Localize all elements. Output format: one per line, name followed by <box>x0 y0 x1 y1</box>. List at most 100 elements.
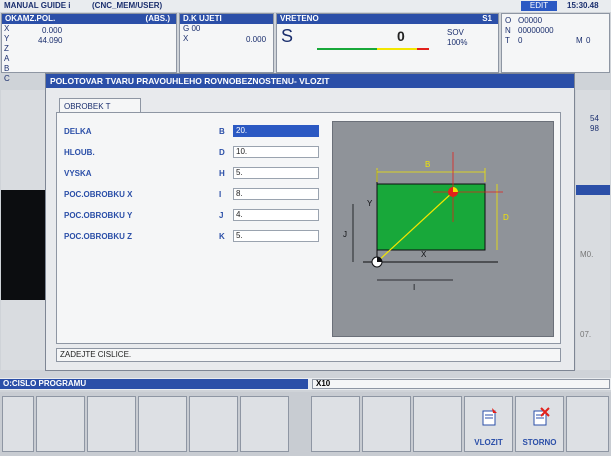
n-value: 00000000 <box>518 26 554 35</box>
start-y-input[interactable]: 4. <box>233 209 319 221</box>
bottom-status-bar: O:CISLO PROGRAMU X10 <box>0 378 611 390</box>
spindle-header: VRETENO S1 <box>277 14 498 24</box>
m-label: M <box>576 36 583 45</box>
length-input[interactable]: 20. <box>233 125 319 137</box>
diagram-label-b: B <box>425 160 430 169</box>
o-label: O <box>505 16 512 25</box>
o-value: O0000 <box>518 16 543 25</box>
t-value: 0 <box>518 36 523 45</box>
right-value-2: 98 <box>590 124 599 133</box>
softkey-8[interactable] <box>413 396 462 452</box>
gcode-value: G 00 <box>183 24 201 33</box>
blank-shape-dialog: POLOTOVAR TVARU PRAVOUHLEHO ROVNOBEZNOST… <box>45 73 575 371</box>
axis-y: Y <box>4 34 10 43</box>
insert-document-icon <box>482 408 497 426</box>
distance-header: D.K UJETI <box>180 14 273 24</box>
depth-input[interactable]: 10. <box>233 146 319 158</box>
axis-x: X <box>4 24 10 33</box>
top-status-bar: MANUAL GUIDE i (CNC_MEM/USER) EDIT 15:30… <box>0 0 611 12</box>
cancel-label: STORNO <box>522 438 557 447</box>
field-label-start-x: POC.OBROBKU X <box>64 190 133 199</box>
start-x-input[interactable]: 8. <box>233 188 319 200</box>
program-info-panel: O O0000 N 00000000 T 0 M 0 <box>501 13 610 73</box>
softkey-3[interactable] <box>138 396 187 452</box>
height-input[interactable]: 5. <box>233 167 319 179</box>
right-o7: 07. <box>580 330 592 339</box>
spindle-s-label: S <box>281 26 294 46</box>
position-panel: OKAMZ.POL. (ABS.) 0.000 44.090 <box>1 13 177 73</box>
spindle-id: S1 <box>482 14 492 23</box>
t-label: T <box>505 36 510 45</box>
softkey-back[interactable] <box>2 396 34 452</box>
right-value-1: 54 <box>590 114 599 123</box>
field-code-b: B <box>219 127 225 136</box>
distance-value: 0.000 <box>246 35 267 44</box>
field-label-depth: HLOUB. <box>64 148 95 157</box>
axis-c: C <box>4 74 10 83</box>
spindle-panel: VRETENO S1 S 0 SOV 100% <box>276 13 499 73</box>
n-label: N <box>505 26 511 35</box>
diagram-label-y: Y <box>367 199 373 208</box>
position-mode: (ABS.) <box>145 14 170 23</box>
diagram-label-j: J <box>343 230 347 239</box>
position-header: OKAMZ.POL. (ABS.) <box>2 14 176 24</box>
left-black-area <box>1 190 45 300</box>
axis-a: A <box>4 54 10 63</box>
field-label-length: DELKA <box>64 127 92 136</box>
insert-softkey[interactable]: VLOZIT <box>464 396 513 452</box>
blank-shape-diagram: B D J I X Y <box>332 121 554 337</box>
axis-b: B <box>4 64 10 73</box>
right-blue-strip <box>576 185 610 195</box>
axis-z: Z <box>4 44 9 53</box>
softkey-2[interactable] <box>87 396 136 452</box>
program-number-prompt: O:CISLO PROGRAMU <box>0 379 308 389</box>
softkey-1[interactable] <box>36 396 85 452</box>
workpiece-rect <box>376 183 486 251</box>
field-code-h: H <box>219 169 225 178</box>
spindle-load-bar <box>317 48 377 50</box>
clock: 15:30.48 <box>567 1 599 10</box>
dialog-title: POLOTOVAR TVARU PRAVOUHLEHO ROVNOBEZNOST… <box>46 74 574 88</box>
softkey-bar: VLOZIT STORNO <box>0 392 611 456</box>
field-code-j: J <box>219 211 224 220</box>
m-value: 0 <box>586 36 591 45</box>
diagram-label-x: X <box>421 250 427 259</box>
mode-label: MANUAL GUIDE i <box>4 1 71 10</box>
diagram-label-i: I <box>413 283 415 292</box>
program-path: (CNC_MEM/USER) <box>92 1 163 10</box>
input-buffer[interactable]: X10 <box>312 379 610 389</box>
spindle-speed: 0 <box>397 28 405 44</box>
field-code-k: K <box>219 232 225 241</box>
softkey-7[interactable] <box>362 396 411 452</box>
form-panel: DELKA B 20. HLOUB. D 10. VYSKA H 5. POC.… <box>56 112 561 344</box>
message-line: ZADEJTE CISLICE. <box>56 348 561 362</box>
x-position-value: 0.000 <box>42 26 63 35</box>
spindle-load-bar-yellow <box>377 48 417 50</box>
distance-axis: X <box>183 34 189 43</box>
axis-letters: X Y Z A B C <box>4 24 14 84</box>
field-code-i: I <box>219 190 222 199</box>
edit-mode-badge: EDIT <box>521 1 557 11</box>
insert-label: VLOZIT <box>474 438 503 447</box>
diagram-svg: B D J I X Y <box>343 152 509 292</box>
spindle-load-bar-red <box>417 48 429 50</box>
cancel-softkey[interactable]: STORNO <box>515 396 564 452</box>
field-label-height: VYSKA <box>64 169 92 178</box>
y-position-value: 44.090 <box>38 36 63 45</box>
right-m0: M0. <box>580 250 594 259</box>
position-title: OKAMZ.POL. <box>5 14 56 23</box>
field-label-start-y: POC.OBROBKU Y <box>64 211 133 220</box>
override-value: 100% <box>447 38 468 47</box>
diagram-label-d: D <box>503 213 509 222</box>
field-label-start-z: POC.OBROBKU Z <box>64 232 132 241</box>
override-label: SOV <box>447 28 464 37</box>
softkey-4[interactable] <box>189 396 238 452</box>
cancel-document-icon <box>533 407 550 426</box>
softkey-5[interactable] <box>240 396 289 452</box>
distance-to-go-panel: D.K UJETI G 00 X 0.000 <box>179 13 274 73</box>
start-z-input[interactable]: 5. <box>233 230 319 242</box>
spindle-title: VRETENO <box>280 14 319 23</box>
softkey-next[interactable] <box>566 396 609 452</box>
field-code-d: D <box>219 148 225 157</box>
softkey-6[interactable] <box>311 396 360 452</box>
